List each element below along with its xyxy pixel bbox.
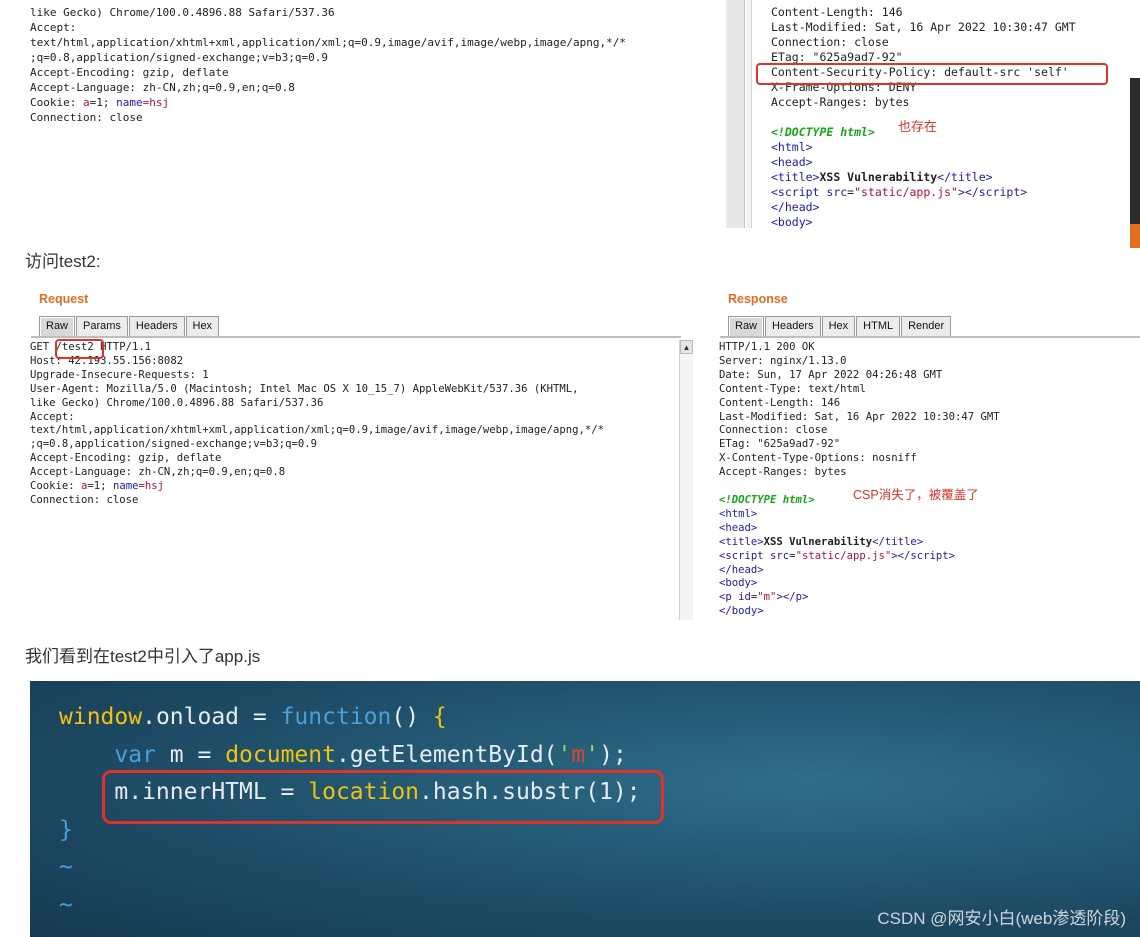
response-tabs: Raw Headers Hex HTML Render [728, 316, 952, 337]
response-tab-html[interactable]: HTML [856, 316, 901, 337]
paragraph-app-js: 我们看到在test2中引入了app.js [25, 647, 261, 666]
side-scroll-strip [1130, 78, 1140, 248]
request-pane: Request Raw Params Headers Hex GET /test… [25, 288, 695, 620]
app-js-code-block: window.onload = function() { var m = doc… [30, 681, 1140, 937]
annotation-csp-disappeared: CSP消失了，被覆盖了 [853, 488, 979, 502]
tab-divider [31, 336, 681, 338]
response-tab-raw[interactable]: Raw [728, 316, 765, 337]
request-tab-raw[interactable]: Raw [39, 316, 76, 337]
response-raw-text[interactable]: HTTP/1.1 200 OK Server: nginx/1.13.0 Dat… [719, 341, 1000, 619]
request-tab-hex[interactable]: Hex [185, 316, 220, 337]
request-pane-title: Request [39, 292, 89, 306]
request-tab-params[interactable]: Params [76, 316, 128, 337]
tab-divider [720, 336, 1140, 338]
paragraph-visit-test2: 访问test2: [25, 252, 101, 271]
path-highlight-box [55, 339, 104, 359]
request-scrollbar[interactable] [679, 340, 693, 620]
csp-highlight-box [756, 63, 1108, 85]
annotation-also-exists: 也存在 [898, 119, 938, 134]
response-tab-render[interactable]: Render [901, 316, 952, 337]
top-request-fragment: like Gecko) Chrome/100.0.4896.88 Safari/… [22, 0, 722, 228]
top-request-text: like Gecko) Chrome/100.0.4896.88 Safari/… [30, 6, 627, 124]
innerhtml-highlight-box [102, 770, 664, 824]
request-tabs: Raw Params Headers Hex [39, 316, 220, 337]
response-tab-hex[interactable]: Hex [821, 316, 856, 337]
editor-gutter [726, 0, 745, 228]
response-pane: Response Raw Headers Hex HTML Render HTT… [714, 288, 1140, 620]
response-pane-title: Response [728, 292, 788, 306]
top-response-fragment: Content-Length: 146 Last-Modified: Sat, … [726, 0, 1140, 248]
scroll-up-arrow-icon[interactable]: ▲ [680, 340, 693, 354]
response-tab-headers[interactable]: Headers [765, 316, 821, 337]
editor-gutter-divider [746, 0, 752, 228]
csdn-watermark: CSDN @网安小白(web渗透阶段) [877, 909, 1126, 928]
request-raw-text[interactable]: GET /test2 HTTP/1.1 Host: 42.193.55.156:… [30, 341, 604, 508]
request-tab-headers[interactable]: Headers [128, 316, 185, 337]
